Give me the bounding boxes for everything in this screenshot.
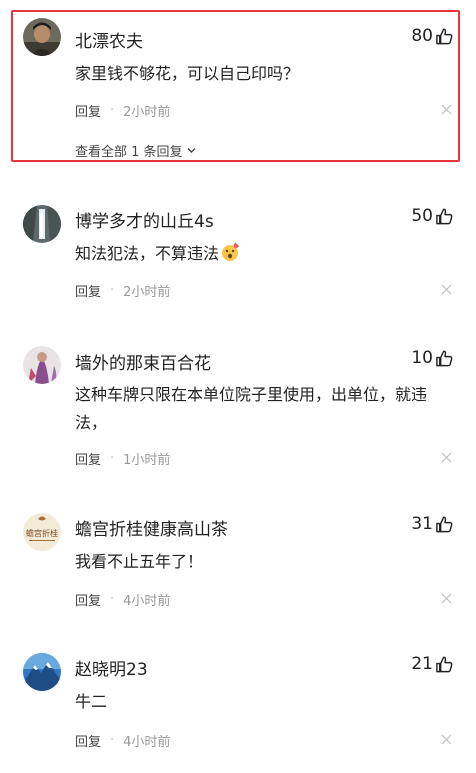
like-count: 21	[411, 654, 433, 674]
astonished-face-emoji	[222, 242, 240, 261]
timestamp: 2小时前	[123, 285, 171, 300]
reply-button[interactable]: 回复	[75, 731, 101, 750]
comment-text: 这种车牌只限在本单位院子里使用，出单位，就违法，	[75, 385, 428, 432]
close-icon	[441, 452, 452, 463]
username[interactable]: 墙外的那束百合花	[75, 349, 211, 374]
username[interactable]: 赵晓明23	[75, 655, 148, 680]
reply-button[interactable]: 回复	[75, 281, 101, 300]
reply-button[interactable]: 回复	[75, 449, 101, 468]
timestamp: 4小时前	[123, 594, 171, 609]
comment-text: 家里钱不够花，可以自己印吗？	[75, 64, 300, 83]
thumbs-up-icon	[436, 516, 453, 532]
like-count: 50	[411, 206, 433, 226]
comment-item: 赵晓明23 21 牛二 回复 · 4小时前	[0, 638, 476, 768]
comment-text: 牛二	[75, 692, 108, 711]
dismiss-button[interactable]	[441, 593, 452, 604]
like-count: 80	[411, 26, 433, 46]
thumbs-up-icon	[436, 28, 453, 44]
like-button[interactable]: 21	[411, 654, 454, 674]
username[interactable]: 北漂农夫	[75, 27, 143, 52]
avatar[interactable]	[23, 18, 61, 56]
comment-meta: 回复 · 4小时前	[75, 590, 170, 609]
comment-meta: 回复 · 1小时前	[75, 449, 170, 468]
comment-item: 北漂农夫 80 家里钱不够花，可以自己印吗？ 回复 · 2小时前 查看全部 1 …	[0, 0, 476, 170]
dismiss-button[interactable]	[441, 734, 452, 745]
separator-dot: ·	[110, 103, 115, 118]
reply-button[interactable]: 回复	[75, 590, 101, 609]
timestamp: 4小时前	[123, 735, 171, 750]
like-count: 31	[411, 514, 433, 534]
avatar-logo-text: 蟾宫折桂	[26, 528, 58, 538]
comment-list: 北漂农夫 80 家里钱不够花，可以自己印吗？ 回复 · 2小时前 查看全部 1 …	[0, 0, 476, 773]
dismiss-button[interactable]	[441, 284, 452, 295]
comment-item: 墙外的那束百合花 10 这种车牌只限在本单位院子里使用，出单位，就违法， 回复 …	[0, 330, 476, 480]
close-icon	[441, 104, 452, 115]
like-button[interactable]: 80	[411, 26, 454, 46]
timestamp: 1小时前	[123, 453, 171, 468]
separator-dot: ·	[110, 283, 115, 298]
separator-dot: ·	[110, 733, 115, 748]
close-icon	[441, 284, 452, 295]
view-all-label: 查看全部 1 条回复	[75, 145, 183, 160]
like-button[interactable]: 10	[411, 348, 454, 368]
avatar[interactable]	[23, 653, 61, 691]
separator-dot: ·	[110, 592, 115, 607]
username[interactable]: 蟾宫折桂健康高山茶	[75, 515, 228, 540]
dismiss-button[interactable]	[441, 452, 452, 463]
like-button[interactable]: 31	[411, 514, 454, 534]
reply-button[interactable]: 回复	[75, 101, 101, 120]
timestamp: 2小时前	[123, 105, 171, 120]
thumbs-up-icon	[436, 656, 453, 672]
comment-item: 蟾宫折桂 蟾宫折桂健康高山茶 31 我看不止五年了！ 回复 · 4小时前	[0, 498, 476, 628]
username[interactable]: 博学多才的山丘4s	[75, 207, 214, 232]
avatar[interactable]: 蟾宫折桂	[23, 513, 61, 551]
comment-text: 知法犯法，不算违法	[75, 240, 455, 268]
close-icon	[441, 593, 452, 604]
like-button[interactable]: 50	[411, 206, 454, 226]
comment-meta: 回复 · 4小时前	[75, 731, 170, 750]
separator-dot: ·	[110, 451, 115, 466]
comment-text-body: 知法犯法，不算违法	[75, 244, 220, 263]
chevron-down-icon	[187, 148, 196, 153]
avatar[interactable]	[23, 205, 61, 243]
thumbs-up-icon	[436, 208, 453, 224]
comment-meta: 回复 · 2小时前	[75, 281, 170, 300]
comment-item: 博学多才的山丘4s 50 知法犯法，不算违法 回复 · 2小时前	[0, 190, 476, 320]
dismiss-button[interactable]	[441, 104, 452, 115]
close-icon	[441, 734, 452, 745]
view-all-replies-button[interactable]: 查看全部 1 条回复	[75, 141, 197, 160]
comment-text: 我看不止五年了！	[75, 552, 204, 571]
avatar[interactable]	[23, 346, 61, 384]
comment-meta: 回复 · 2小时前	[75, 101, 170, 120]
like-count: 10	[411, 348, 433, 368]
thumbs-up-icon	[436, 350, 453, 366]
